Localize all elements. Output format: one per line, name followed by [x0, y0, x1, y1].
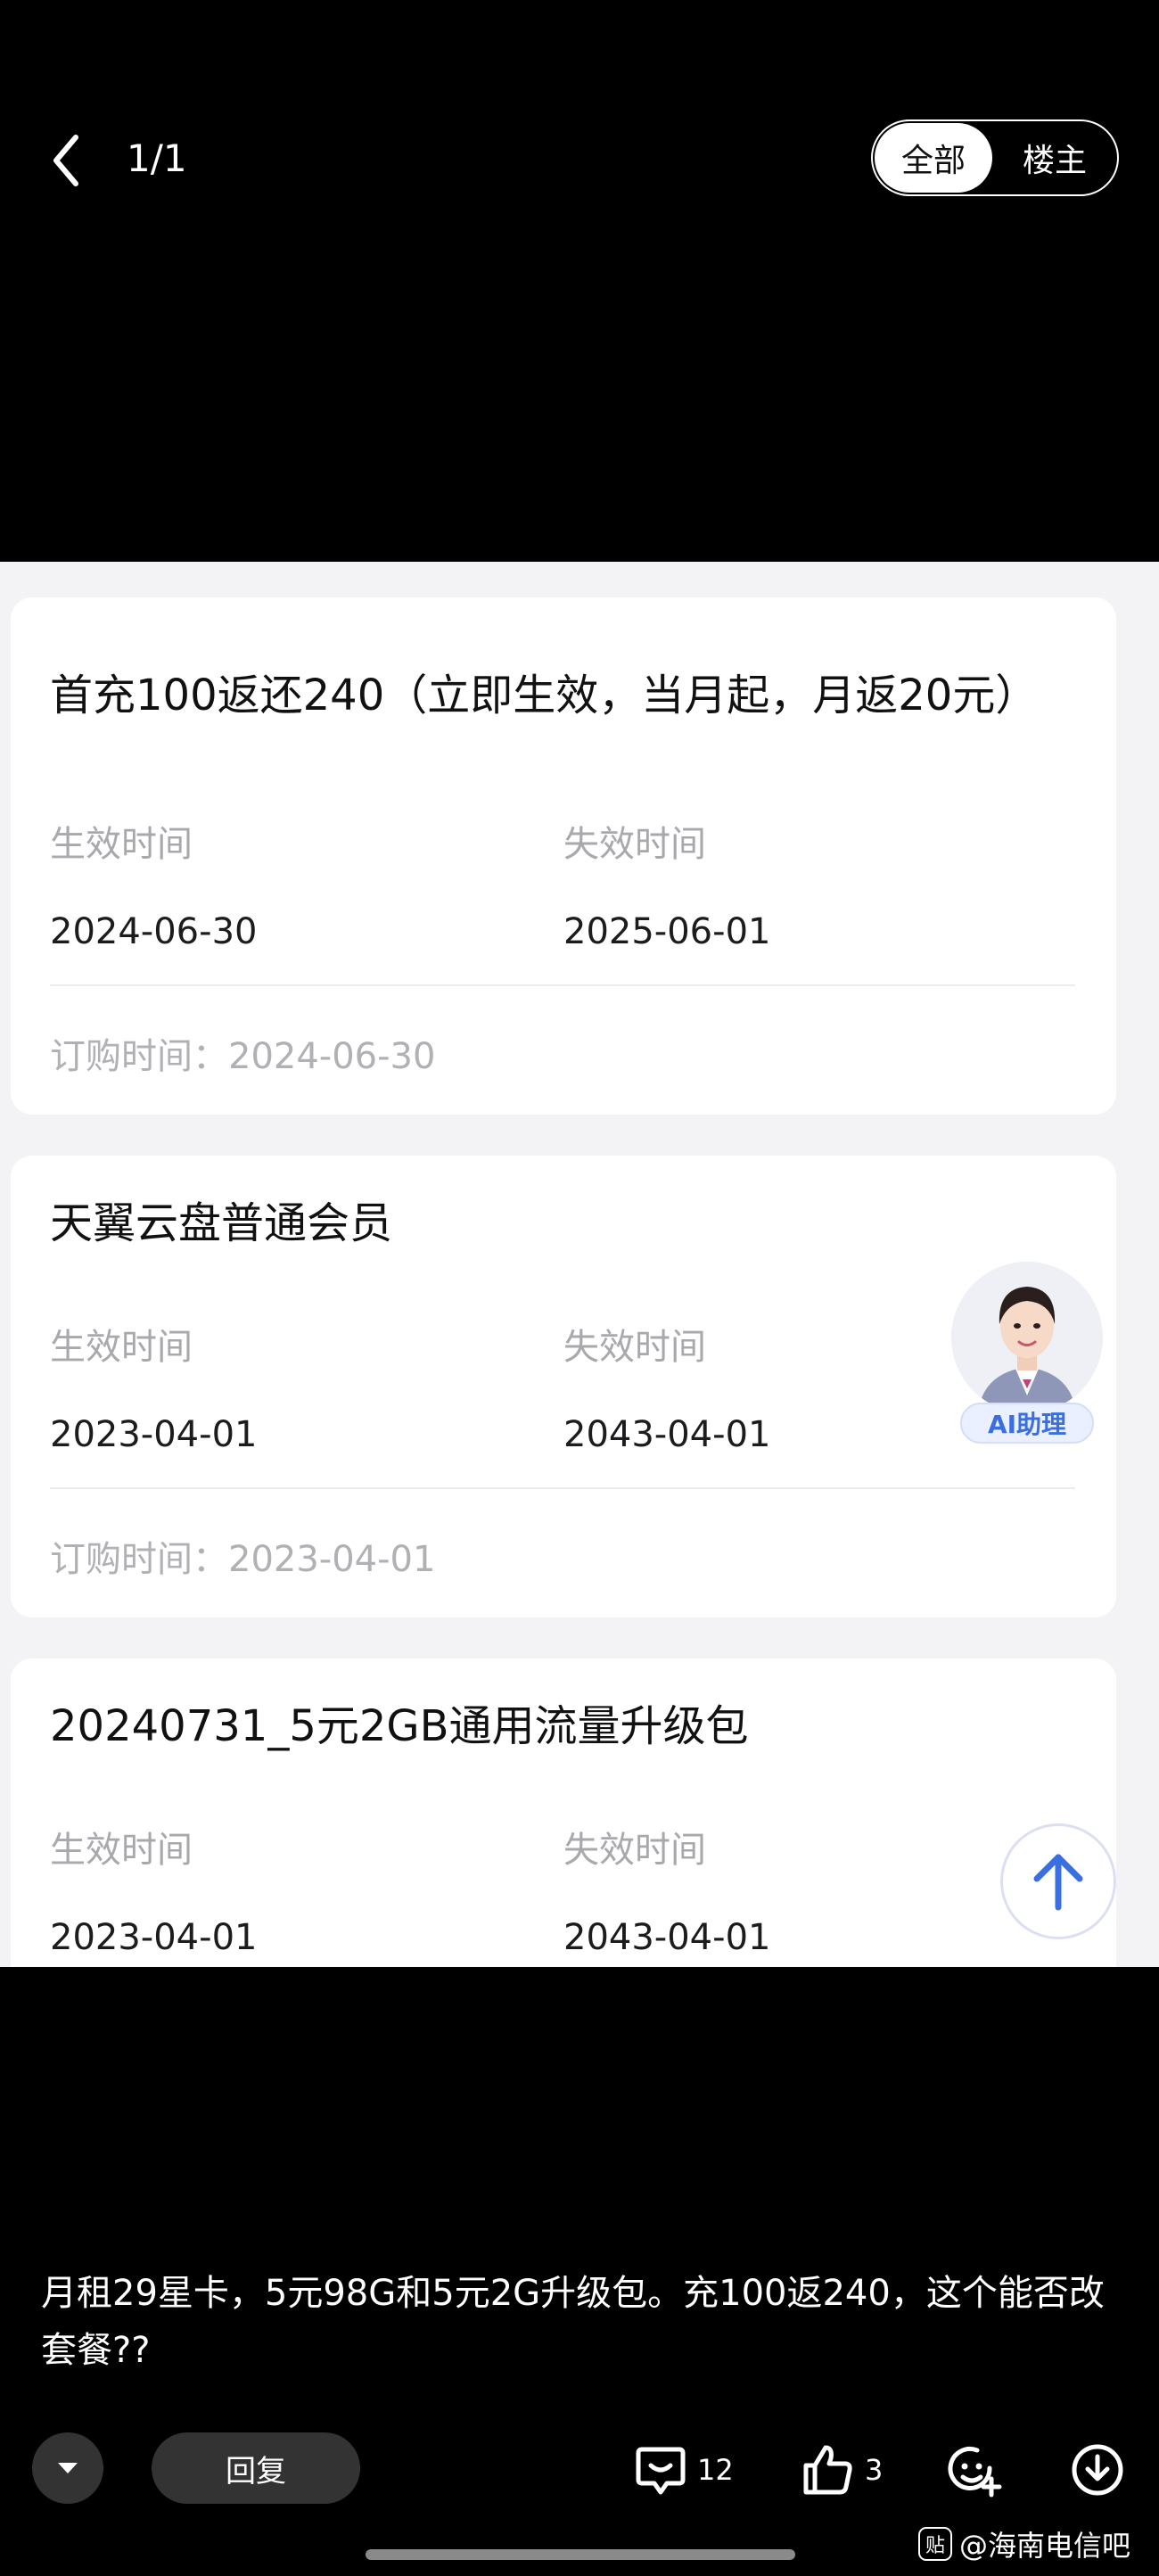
chevron-left-icon	[53, 135, 78, 186]
package-title: 天翼云盘普通会员	[50, 1198, 393, 1248]
download-icon	[1072, 2444, 1123, 2496]
end-time-label: 失效时间	[563, 824, 706, 865]
ai-assistant-button[interactable]: AI助理	[949, 1262, 1105, 1449]
end-time-value: 2043-04-01	[563, 1917, 771, 1958]
package-card: 20240731_5元2GB通用流量升级包 生效时间 失效时间 2023-04-…	[11, 1658, 1116, 1967]
reply-button[interactable]: 回复	[152, 2432, 360, 2504]
package-title: 20240731_5元2GB通用流量升级包	[50, 1701, 749, 1751]
divider	[50, 1487, 1075, 1489]
home-indicator	[366, 2549, 795, 2560]
filter-all-tab[interactable]: 全部	[875, 123, 992, 193]
divider	[50, 984, 1075, 986]
add-emoji-icon	[948, 2447, 1002, 2498]
thumbs-up-icon	[803, 2445, 852, 2495]
end-time-label: 失效时间	[563, 1830, 706, 1871]
image-panel: 首充100返还240（立即生效，当月起，月返20元） 生效时间 失效时间 202…	[0, 562, 1159, 1967]
package-title: 首充100返还240（立即生效，当月起，月返20元）	[50, 671, 1039, 720]
filter-toggle: 全部 楼主	[871, 119, 1119, 196]
order-time: 订购时间：2024-06-30	[50, 1036, 436, 1077]
ai-assistant-badge: AI助理	[960, 1403, 1094, 1444]
end-time-value: 2025-06-01	[563, 911, 771, 952]
scroll-to-top-button[interactable]	[1000, 1823, 1116, 1939]
comment-icon	[636, 2447, 686, 2495]
order-time: 订购时间：2023-04-01	[50, 1539, 436, 1580]
watermark-text: @海南电信吧	[959, 2529, 1131, 2563]
start-time-value: 2023-04-01	[50, 1917, 258, 1958]
caret-down-icon	[58, 2463, 78, 2473]
tieba-logo-icon: 贴	[918, 2527, 952, 2561]
collapse-toggle-button[interactable]	[32, 2432, 103, 2504]
filter-owner-tab[interactable]: 楼主	[994, 123, 1115, 193]
like-count: 3	[865, 2453, 884, 2487]
start-time-value: 2023-04-01	[50, 1414, 258, 1455]
end-time-value: 2043-04-01	[563, 1414, 771, 1455]
watermark: 贴 @海南电信吧	[918, 2523, 1130, 2564]
start-time-label: 生效时间	[50, 1327, 193, 1368]
comment-button[interactable]: 12	[633, 2439, 734, 2501]
page-counter: 1/1	[127, 136, 187, 180]
start-time-label: 生效时间	[50, 1830, 193, 1871]
comment-count: 12	[697, 2453, 734, 2487]
package-card: 首充100返还240（立即生效，当月起，月返20元） 生效时间 失效时间 202…	[11, 597, 1116, 1115]
arrow-up-icon	[1033, 1854, 1083, 1911]
end-time-label: 失效时间	[563, 1327, 706, 1368]
start-time-value: 2024-06-30	[50, 911, 258, 952]
ai-assistant-avatar	[951, 1262, 1103, 1413]
post-caption: 月租29星卡，5元98G和5元2G升级包。充100返240，这个能否改套餐??	[41, 2273, 1105, 2371]
add-reaction-button[interactable]	[947, 2439, 1004, 2501]
start-time-label: 生效时间	[50, 824, 193, 865]
back-button[interactable]	[36, 125, 98, 196]
like-button[interactable]: 3	[801, 2439, 883, 2501]
download-button[interactable]	[1070, 2439, 1125, 2501]
